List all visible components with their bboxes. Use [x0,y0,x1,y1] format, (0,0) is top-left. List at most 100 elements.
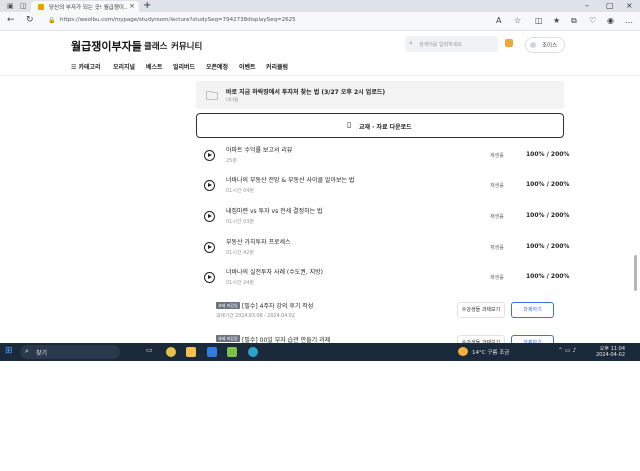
do-assignment-button[interactable]: 과제하기 [511,302,554,318]
play-rate-value: 100% / 200% [526,243,570,250]
extensions-icon[interactable]: ♡ [589,16,596,25]
edge-icon[interactable] [248,347,258,357]
search-input[interactable]: ⌕ 검색어를 입력하세요 [405,36,498,52]
play-rate-label: 재생률 [490,245,504,251]
chrome-icon[interactable] [166,347,176,357]
read-aloud-icon[interactable]: A [496,16,501,25]
lecture-title: 아파트 수익률 보고서 리뷰 [226,147,293,154]
menu-category[interactable]: ☰ 카테고리 [71,62,101,71]
browser-tab[interactable]: 당신의 부자가 되는 곳! 월급쟁이... × [31,1,139,12]
address-bar[interactable]: 🔒 https://weolbu.com/mypage/studyroom/le… [44,15,524,27]
download-label: 교재 · 자료 다운로드 [359,124,412,131]
menu-earlybird[interactable]: 얼리버드 [173,62,195,71]
browser-menu-icon[interactable]: ▣ [7,2,14,10]
play-icon[interactable] [204,272,215,283]
lecture-row[interactable]: 아파트 수익률 보고서 리뷰 25분 재생률 100% / 200% [204,143,569,169]
download-materials-button[interactable]: ▯ 교재 · 자료 다운로드 [196,113,564,138]
assignment-title[interactable]: [필수] 00일 부자 습관 만들기 과제 [242,335,330,343]
notification-icon[interactable] [505,39,513,47]
menu-coming-soon[interactable]: 오픈예정 [206,62,228,71]
tab-title: 당신의 부자가 되는 곳! 월급쟁이... [49,5,127,11]
view-peer-assignments-button[interactable]: 수강생들 과제보기 [457,335,505,343]
clock[interactable]: 오후 11:04 2024-04-02 [591,346,625,358]
book-icon: ▯ [347,120,352,129]
nav-class[interactable]: 클래스 [144,40,167,52]
task-view-icon[interactable]: ▭ [146,346,156,356]
lecture-duration: 25분 [226,158,237,164]
url-text: https://weolbu.com/mypage/studyroom/lect… [60,17,296,23]
nav-community[interactable]: 커뮤니티 [171,40,202,52]
lecture-duration: 01시간 04분 [226,188,255,194]
maximize-icon[interactable]: ▢ [606,1,614,10]
lecture-folder[interactable]: 🗀 바로 지금 하락장에서 투자처 찾는 법 (3/27 오후 2시 업로드) … [196,81,564,109]
taskbar-search-label: 찾기 [36,350,48,357]
weather-text: 14°C 구름 조금 [472,350,510,356]
menu-curriculum[interactable]: 커리큘럼 [266,62,288,71]
minimize-icon[interactable]: – [585,1,589,10]
profile-icon[interactable]: ◉ [607,16,614,25]
lecture-title: 너바나의 실전투자 사례 (수도권, 지방) [226,269,324,276]
lecture-row[interactable]: 너바나의 부동산 전망 & 부동산 사이클 알아보는 법 01시간 04분 재생… [204,173,569,199]
back-icon[interactable]: ← [7,15,15,25]
new-tab-icon[interactable]: + [143,0,151,11]
store-icon[interactable] [207,347,217,357]
browser-tab-bar: ▣ ◫ 당신의 부자가 되는 곳! 월급쟁이... × + – ▢ × [0,0,640,12]
play-rate-label: 재생률 [490,153,504,159]
tray-icons[interactable]: ⌃ ▭ ♪ [558,347,576,354]
collections-icon[interactable]: ⧉ [571,16,577,26]
lecture-title: 내집마련 vs 투자 vs 전세 결정하는 법 [226,208,323,215]
lecture-duration: 01시간 42분 [226,250,255,256]
tab-actions-icon[interactable]: ◫ [20,2,27,10]
menu-best[interactable]: 베스트 [146,62,163,71]
folder-icon: 🗀 [206,89,219,103]
lock-icon: 🔒 [48,17,56,24]
play-icon[interactable] [204,150,215,161]
taskbar: ⊞ ⌕ 찾기 ▭ 14°C 구름 조금 ⌃ ▭ ♪ 오후 11:04 2024-… [0,343,640,361]
close-window-icon[interactable]: × [626,1,633,10]
windows-start-icon[interactable]: ⊞ [5,346,13,356]
lecture-title: 부동산 가치투자 프로세스 [226,239,291,246]
play-icon[interactable] [204,180,215,191]
weather-icon[interactable] [458,347,468,356]
lecture-title: 너바나의 부동산 전망 & 부동산 사이클 알아보는 법 [226,177,355,184]
more-menu-icon[interactable]: … [625,16,633,25]
view-peer-assignments-button[interactable]: 수강생들 과제보기 [457,302,505,318]
lecture-duration: 01시간 24분 [226,280,255,286]
folder-title: 바로 지금 하락장에서 투자처 찾는 법 (3/27 오후 2시 업로드) [226,89,386,96]
favorites-icon[interactable]: ★ [553,16,560,25]
play-rate-value: 100% / 200% [526,273,570,280]
header-divider [0,75,640,76]
menu-original[interactable]: 오리지널 [113,62,135,71]
assignment-item: 과제 마감됨 [필수] 4주차 강의 후기 작성 과제기간 2024.03.06… [216,302,576,322]
search-icon: ⌕ [409,39,413,47]
play-rate-value: 100% / 200% [526,212,570,219]
lecture-duration: 01시간 03분 [226,219,255,225]
refresh-icon[interactable]: ↻ [26,15,34,25]
lecture-row[interactable]: 너바나의 실전투자 사례 (수도권, 지방) 01시간 24분 재생률 100%… [204,265,569,291]
user-menu[interactable]: 조이스 [525,37,565,53]
search-placeholder: 검색어를 입력하세요 [419,42,462,48]
file-explorer-icon[interactable] [186,347,196,357]
lecture-row[interactable]: 부동산 가치투자 프로세스 01시간 42분 재생률 100% / 200% [204,235,569,261]
assignment-item: 과제 마감됨 [필수] 00일 부자 습관 만들기 과제 수강생들 과제보기 과… [216,335,576,343]
assignment-title[interactable]: [필수] 4주차 강의 후기 작성 [242,301,313,310]
tab-close-icon[interactable]: × [129,2,135,10]
app-icon[interactable] [227,347,237,357]
favorite-star-icon[interactable]: ☆ [514,16,521,25]
avatar [530,42,536,48]
site-favicon-icon [38,4,44,10]
play-icon[interactable] [204,242,215,253]
status-badge: 과제 마감됨 [216,302,240,309]
play-rate-value: 100% / 200% [526,151,570,158]
site-logo[interactable]: 월급쟁이부자들 [71,38,142,54]
blank-area [0,361,640,471]
taskbar-search[interactable]: ⌕ 찾기 [20,345,120,359]
search-icon: ⌕ [25,347,29,355]
page-scrollbar[interactable] [634,255,637,291]
menu-event[interactable]: 이벤트 [239,62,256,71]
do-assignment-button[interactable]: 과제하기 [511,335,554,343]
lecture-row[interactable]: 내집마련 vs 투자 vs 전세 결정하는 법 01시간 03분 재생률 100… [204,204,569,230]
split-screen-icon[interactable]: ◫ [535,16,543,25]
play-rate-value: 100% / 200% [526,181,570,188]
play-icon[interactable] [204,211,215,222]
